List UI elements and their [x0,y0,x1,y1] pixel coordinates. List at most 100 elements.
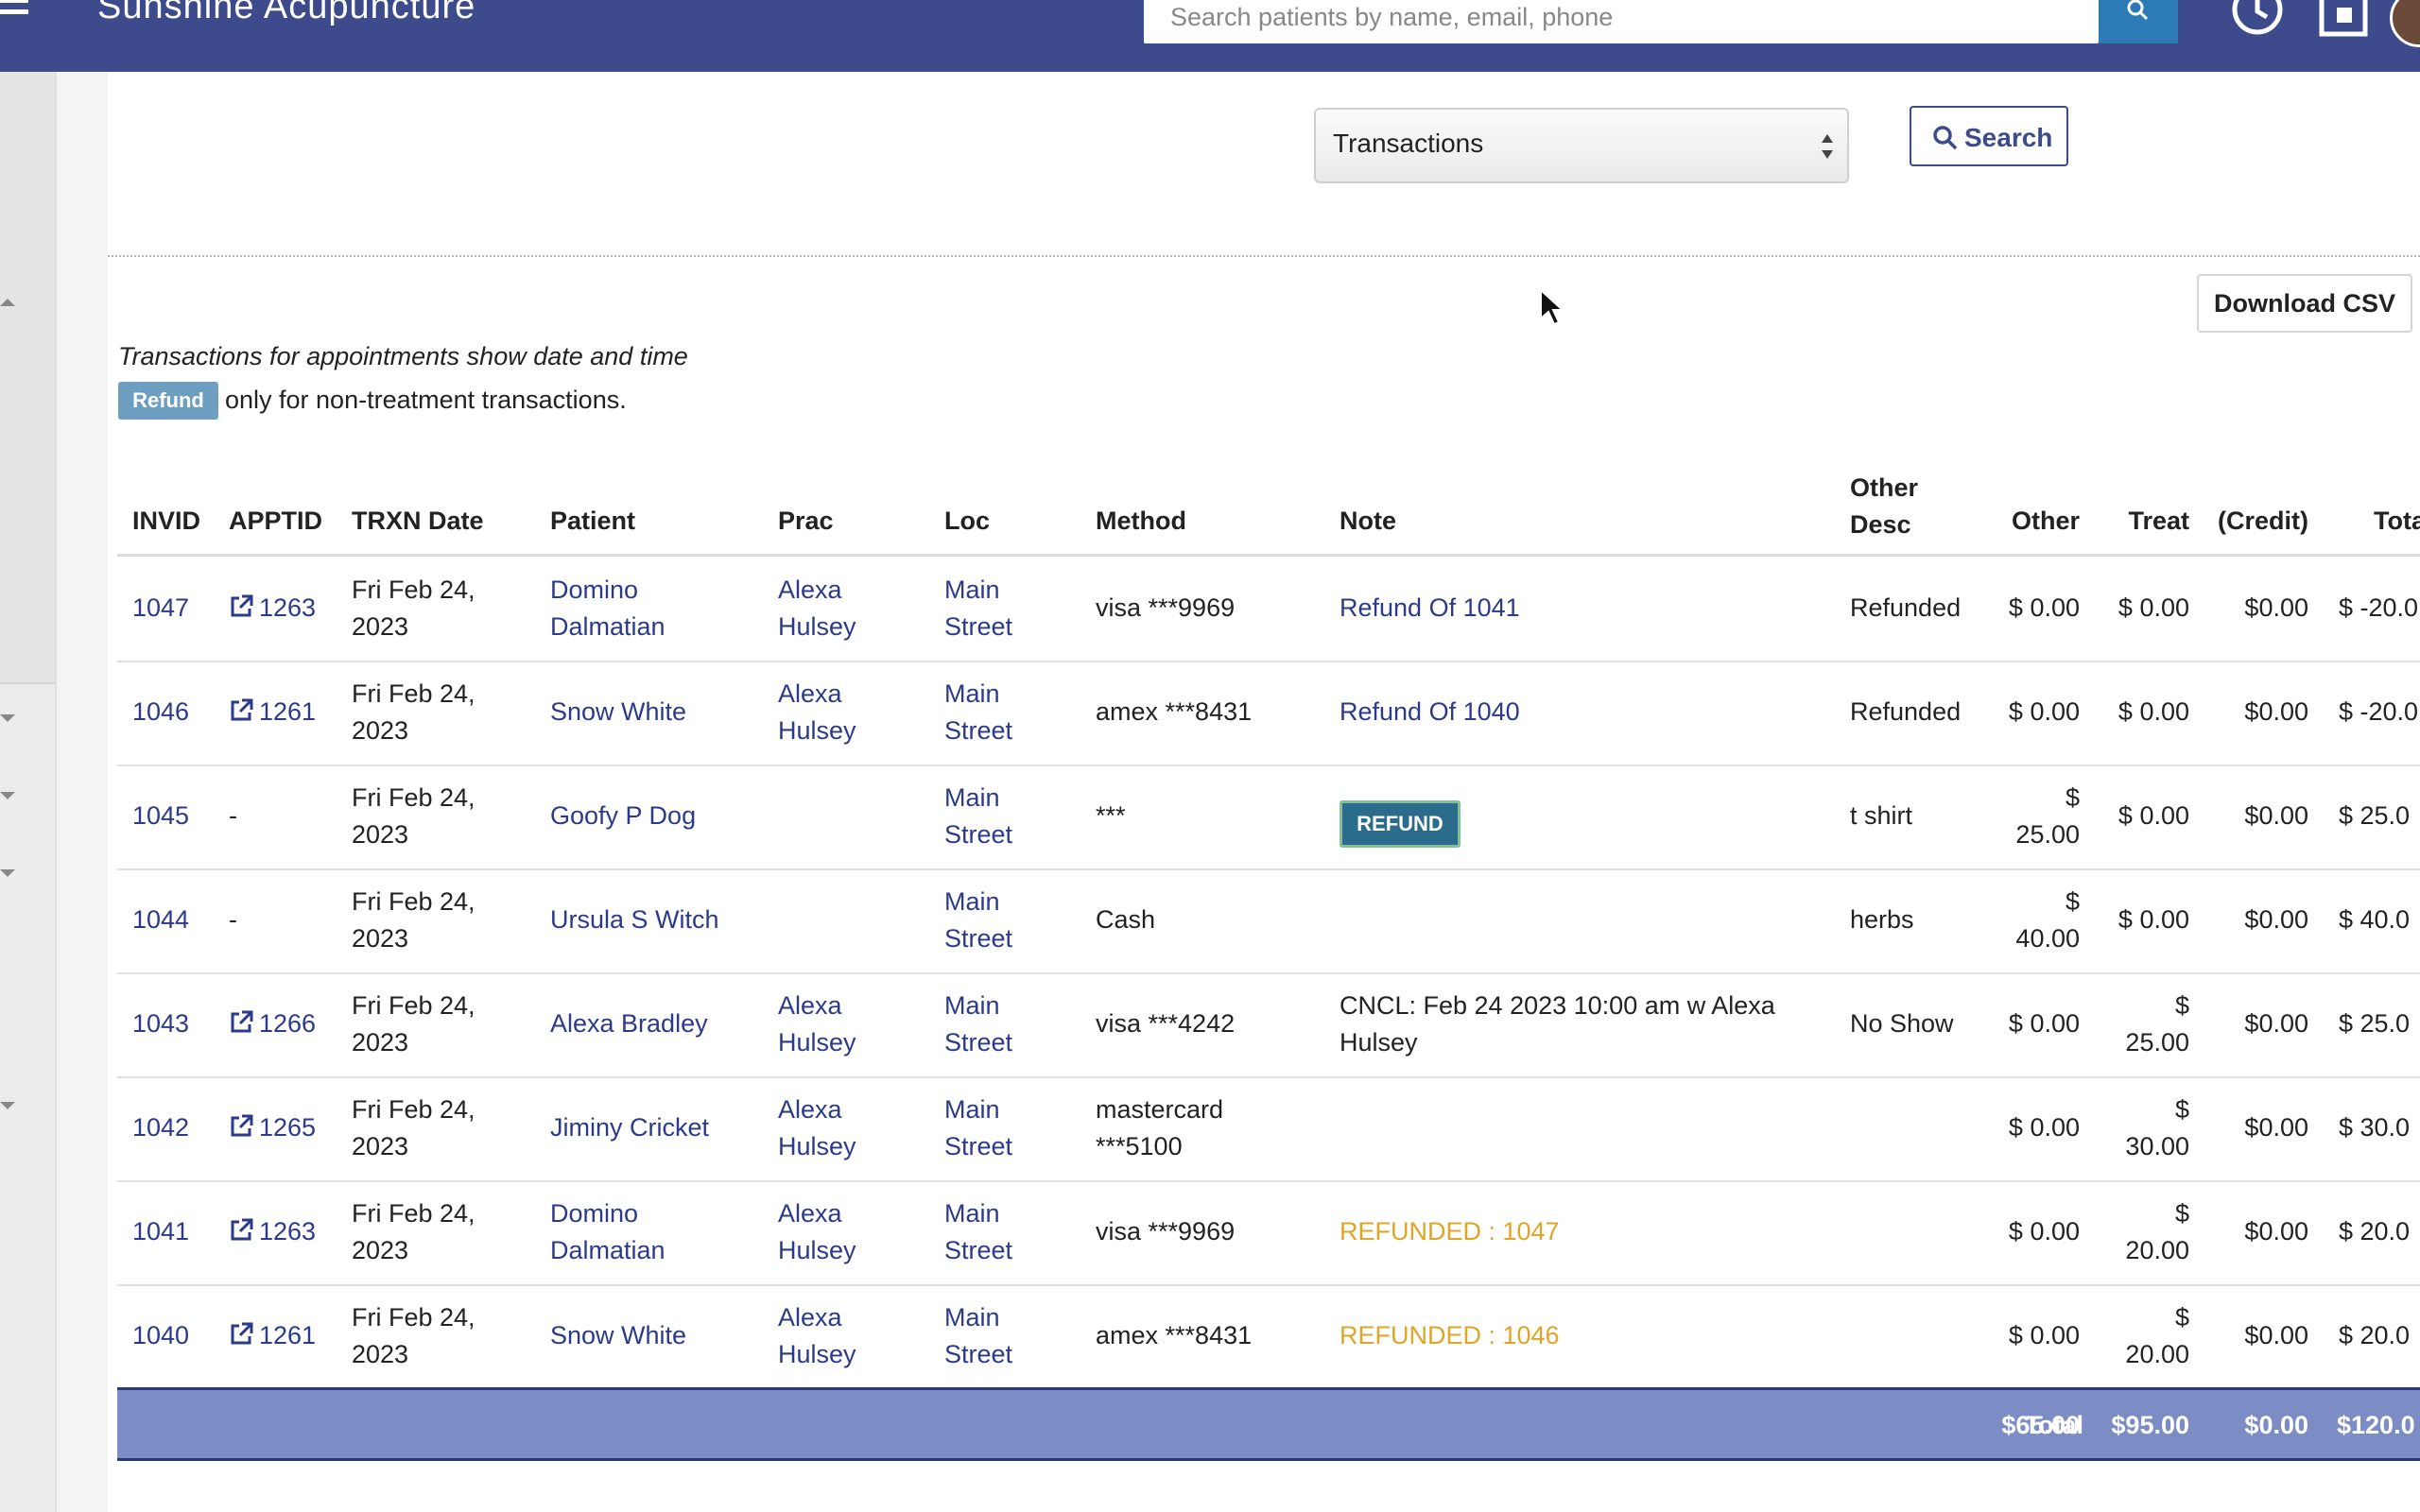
download-csv-button[interactable]: Download CSV [2197,274,2412,333]
appointment-id: 1261 [259,1321,317,1349]
location-link[interactable]: Main Street [944,988,1012,1061]
expand-arrow-icon[interactable] [0,792,15,799]
col-header-credit[interactable]: (Credit) [2203,507,2308,536]
menu-icon[interactable] [0,0,28,25]
report-search-button[interactable]: Search [1910,106,2068,166]
appointment-id: 1266 [259,1009,317,1038]
location-link[interactable]: Main Street [944,1299,1012,1373]
practitioner-link[interactable]: Alexa Hulsey [778,1091,856,1165]
patient-link[interactable]: Domino Dalmatian [550,572,666,645]
credit-amount: $0.00 [2244,1321,2308,1349]
col-header-loc[interactable]: Loc [944,507,990,536]
other-amount: $ 0.00 [2008,1321,2080,1349]
practitioner-link[interactable]: Alexa Hulsey [778,1195,856,1269]
col-header-total[interactable]: Tota [2374,507,2420,536]
appointment-id-none: - [229,801,237,830]
location-link[interactable]: Main Street [944,572,1012,645]
refund-button[interactable]: REFUND [1340,800,1461,848]
location-link[interactable]: Main Street [944,676,1012,749]
invoice-id-link[interactable]: 1047 [132,590,189,627]
report-type-value: Transactions [1333,129,1484,158]
treat-amount: $20.00 [2125,1303,2189,1368]
patient-link[interactable]: Snow White [550,1317,686,1354]
invoice-id-link[interactable]: 1041 [132,1213,189,1250]
sidebar-section[interactable] [0,72,55,348]
credit-amount: $0.00 [2244,905,2308,934]
practitioner-link[interactable]: Alexa Hulsey [778,1299,856,1373]
info-note-2: only for non-treatment transactions. [225,386,627,414]
register-icon[interactable] [2318,0,2371,38]
patient-link[interactable]: Domino Dalmatian [550,1195,666,1269]
invoice-id-link[interactable]: 1040 [132,1317,189,1354]
col-header-treat[interactable]: Treat [2095,507,2189,536]
appointment-id-link[interactable]: 1266 [229,1005,316,1042]
col-header-prac[interactable]: Prac [778,507,834,536]
invoice-id-link[interactable]: 1046 [132,694,189,730]
practitioner-link[interactable]: Alexa Hulsey [778,988,856,1061]
invoice-id-link[interactable]: 1042 [132,1109,189,1146]
col-header-method[interactable]: Method [1096,507,1186,536]
col-header-apptid[interactable]: APPTID [229,507,322,536]
appointment-id-link[interactable]: 1263 [229,1213,316,1250]
credit-amount: $0.00 [2244,801,2308,830]
note-link[interactable]: Refund Of 1040 [1340,694,1831,730]
clock-icon[interactable] [2229,0,2286,40]
patient-link[interactable]: Alexa Bradley [550,1005,708,1042]
col-header-patient[interactable]: Patient [550,507,635,536]
invoice-id-link[interactable]: 1043 [132,1005,189,1042]
refunded-note-link[interactable]: REFUNDED : 1046 [1340,1317,1831,1354]
location-link[interactable]: Main Street [944,1195,1012,1269]
table-row: 1046 1261 Fri Feb 24, 2023 Snow White Ale… [117,661,2420,766]
patient-search-input[interactable] [1144,0,2078,43]
credit-amount: $0.00 [2244,1009,2308,1038]
report-search-label: Search [1964,123,2053,152]
invoice-id-link[interactable]: 1044 [132,902,189,938]
totals-other: $65.00 [2001,1411,2080,1439]
patient-link[interactable]: Jiminy Cricket [550,1109,709,1146]
payment-method: Cash [1096,905,1156,934]
refund-legend-badge: Refund [118,382,218,420]
location-link[interactable]: Main Street [944,1091,1012,1165]
invoice-id-link[interactable]: 1045 [132,798,189,834]
practitioner-link[interactable]: Alexa Hulsey [778,676,856,749]
appointment-id-link[interactable]: 1261 [229,694,316,730]
other-amount: $25.00 [2015,783,2080,849]
payment-method: amex ***8431 [1096,697,1253,726]
practitioner-link[interactable]: Alexa Hulsey [778,572,856,645]
treat-amount: $30.00 [2125,1095,2189,1160]
other-amount: $ 0.00 [2008,1217,2080,1246]
patient-link[interactable]: Ursula S Witch [550,902,719,938]
other-description: No Show [1850,1009,1954,1038]
table-row: 1044 - Fri Feb 24, 2023 Ursula S Witch Ma… [117,868,2420,974]
select-arrows-icon [1822,134,1833,159]
col-header-invid[interactable]: INVID [132,507,200,536]
note-link[interactable]: Refund Of 1041 [1340,590,1831,627]
appointment-id-link[interactable]: 1263 [229,590,316,627]
appointment-id-link[interactable]: 1261 [229,1317,316,1354]
col-header-note[interactable]: Note [1340,507,1396,536]
payment-method: visa ***9969 [1096,1217,1236,1246]
expand-arrow-icon[interactable] [0,1102,15,1109]
sidebar-section[interactable] [0,346,55,684]
patient-link[interactable]: Goofy P Dog [550,798,696,834]
expand-arrow-icon[interactable] [0,714,15,722]
treat-amount: $ 0.00 [2118,801,2189,830]
treat-amount: $ 0.00 [2118,593,2189,622]
col-header-trxn-date[interactable]: TRXN Date [352,507,484,536]
patient-link[interactable]: Snow White [550,694,686,730]
col-header-other[interactable]: Other [1985,507,2080,536]
table-row: 1040 1261 Fri Feb 24, 2023 Snow White Ale… [117,1284,2420,1390]
expand-arrow-icon[interactable] [0,869,15,877]
refunded-note-link[interactable]: REFUNDED : 1047 [1340,1213,1831,1250]
user-avatar[interactable] [2390,0,2420,47]
patient-search-button[interactable] [2099,0,2178,43]
appointment-id: 1261 [259,697,317,726]
other-description: herbs [1850,905,1914,934]
location-link[interactable]: Main Street [944,884,1012,957]
report-type-select[interactable]: Transactions [1314,108,1849,183]
collapse-arrow-icon[interactable] [0,299,15,306]
location-link[interactable]: Main Street [944,780,1012,853]
note-text: CNCL: Feb 24 2023 10:00 am w Alexa Hulsey [1340,991,1775,1057]
appointment-id-link[interactable]: 1265 [229,1109,316,1146]
col-header-other-desc[interactable]: Other Desc [1850,470,1918,543]
